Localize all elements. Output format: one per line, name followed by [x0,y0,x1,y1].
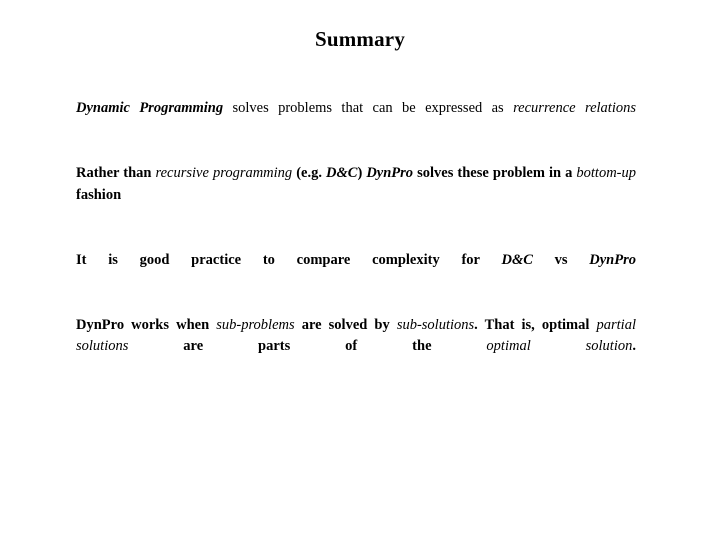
page-title: Summary [314,27,406,51]
paragraph-4: DynPro works when sub-problems are solve… [76,315,636,380]
slide-body: Dynamic Programming solves problems that… [76,98,636,379]
text-run-bold: are solved by [294,316,397,333]
text-run-italic: bottom-up [576,165,636,181]
text-run-bold-italic: D&C [501,251,533,268]
text-run-bold-italic: DynPro [366,165,414,181]
text-run-bold: DynPro works when [76,316,217,333]
text-run-italic: optimal solution [486,338,633,354]
text-run-italic: sub-problems [216,316,295,333]
text-run-bold-italic: DynPro [589,251,636,268]
text-run-bold: Rather than [76,165,156,181]
text-run-italic: sub-solutions [396,316,475,333]
slide-canvas: Summary Dynamic Programming solves probl… [0,0,720,540]
text-run-bold: It is good practice to compare complexit… [76,251,502,268]
text-run-bold: fashion [76,186,122,203]
text-run-bold: are parts of the [128,338,487,354]
text-run-bold-italic: D&C [326,165,358,181]
text-run-regular: solves problems that can be expressed as [223,100,514,116]
text-run-italic: recurrence relations [513,100,636,116]
text-run-bold: ) [357,165,367,181]
text-run-bold: (e.g. [292,165,327,181]
paragraph-2: Rather than recursive programming (e.g. … [76,163,636,228]
paragraph-1: Dynamic Programming solves problems that… [76,98,636,141]
text-run-bold: . [632,338,636,354]
text-run-bold-italic: Dynamic Programming [76,100,224,116]
text-run-bold: solves these problem in a [413,165,577,181]
text-run-bold: vs [532,251,590,268]
text-run-italic: recursive programming [155,165,293,181]
paragraph-3: It is good practice to compare complexit… [76,250,636,293]
text-run-bold: . That is, optimal [474,316,597,333]
